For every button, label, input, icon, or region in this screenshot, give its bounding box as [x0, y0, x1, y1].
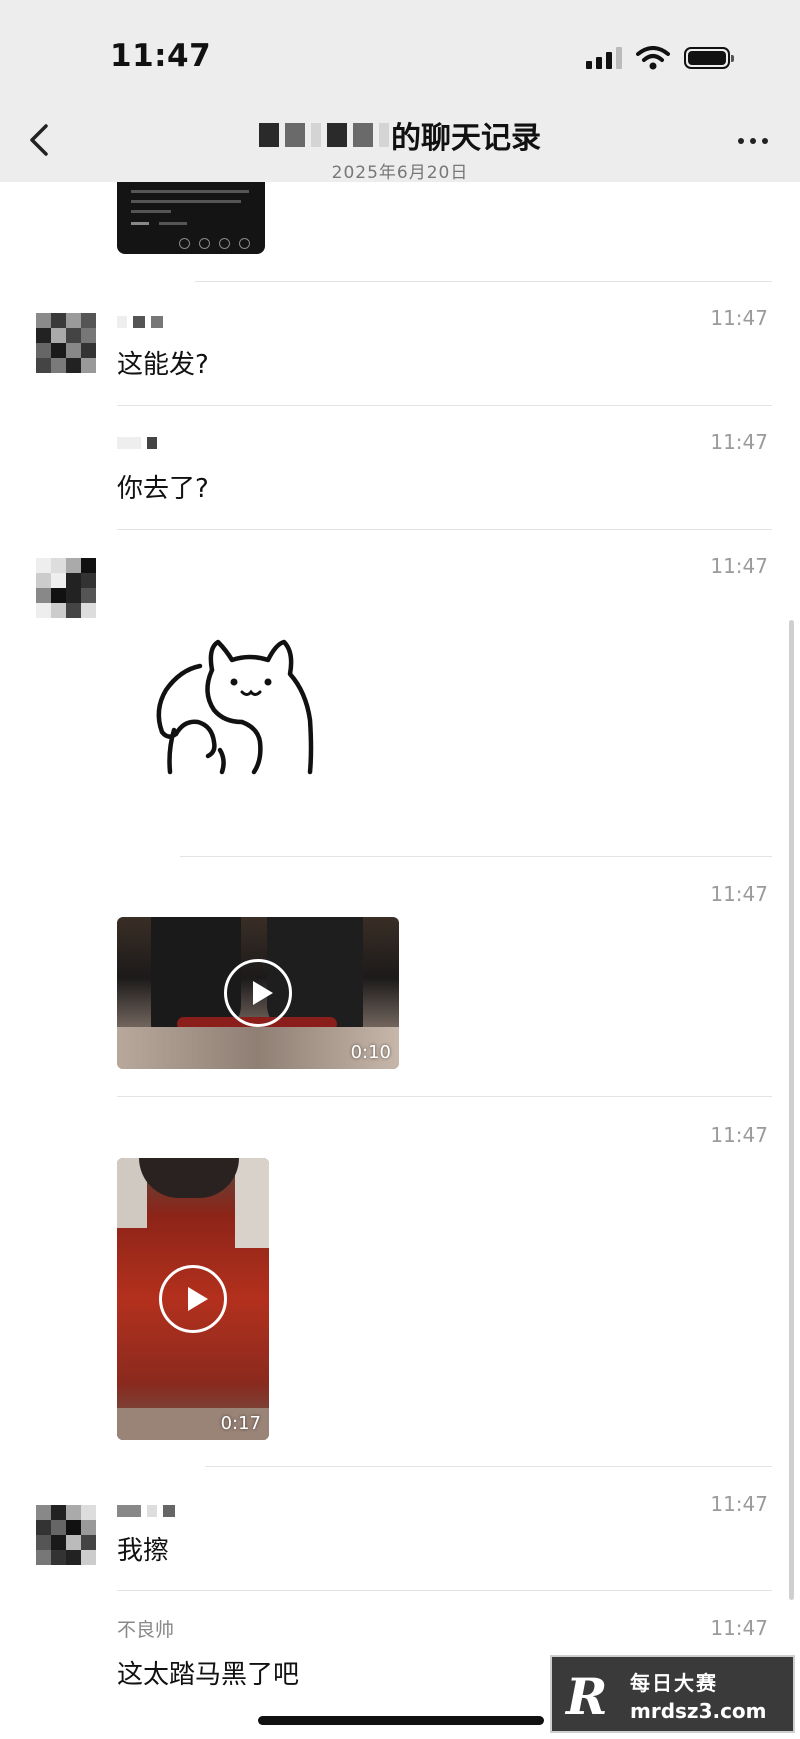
watermark-logo: R [566, 1667, 608, 1726]
play-icon[interactable] [224, 959, 292, 1027]
battery-icon [684, 47, 734, 69]
chat-title: 的聊天记录 2025年6月20日 [0, 113, 800, 183]
message-time: 11:47 [710, 1123, 768, 1147]
message-text: 这能发? [117, 350, 209, 380]
status-time: 11:47 [110, 38, 212, 74]
avatar[interactable] [36, 1505, 96, 1565]
watermark-title: 每日大赛 [630, 1671, 718, 1695]
site-watermark: R 每日大赛 mrdsz3.com [550, 1655, 795, 1733]
message-divider [195, 281, 772, 282]
message-divider [180, 856, 772, 857]
cat-sticker[interactable] [150, 630, 320, 775]
chat-date: 2025年6月20日 [331, 163, 469, 183]
video-message[interactable]: 0:17 [117, 1158, 269, 1440]
more-options-button[interactable] [738, 138, 768, 144]
scrollbar[interactable] [789, 620, 794, 1600]
sender-name-mask [117, 1505, 175, 1517]
message-text: 我擦 [117, 1536, 170, 1566]
message-text: 这太踏马黑了吧 [117, 1660, 300, 1690]
message-text: 你去了? [117, 474, 209, 504]
avatar[interactable] [36, 313, 96, 373]
message-divider [117, 405, 772, 406]
message-divider [117, 1096, 772, 1097]
watermark-url: mrdsz3.com [630, 1699, 767, 1723]
play-icon[interactable] [159, 1265, 227, 1333]
sender-name-mask [117, 437, 157, 449]
message-time: 11:47 [710, 882, 768, 906]
message-divider [117, 1590, 772, 1591]
page-title: 的聊天记录 [391, 121, 541, 156]
message-time: 11:47 [710, 554, 768, 578]
message-time: 11:47 [710, 430, 768, 454]
sender-name: 不良帅 [117, 1619, 175, 1641]
nav-header: 11:47 的聊天记录 2025年6月20日 [0, 0, 800, 183]
message-divider [205, 1466, 772, 1467]
home-indicator[interactable] [258, 1716, 544, 1725]
status-icons [586, 46, 734, 70]
cellular-signal-icon [586, 47, 622, 69]
message-time: 11:47 [710, 1616, 768, 1640]
video-duration: 0:10 [350, 1042, 391, 1063]
message-time: 11:47 [710, 1492, 768, 1516]
avatar[interactable] [36, 558, 96, 618]
video-duration: 0:17 [220, 1413, 261, 1434]
title-name-mask [259, 123, 389, 147]
message-divider [117, 529, 772, 530]
sender-name-mask [117, 316, 163, 328]
message-time: 11:47 [710, 306, 768, 330]
video-message[interactable]: 0:10 [117, 917, 399, 1069]
wifi-icon [636, 46, 670, 70]
